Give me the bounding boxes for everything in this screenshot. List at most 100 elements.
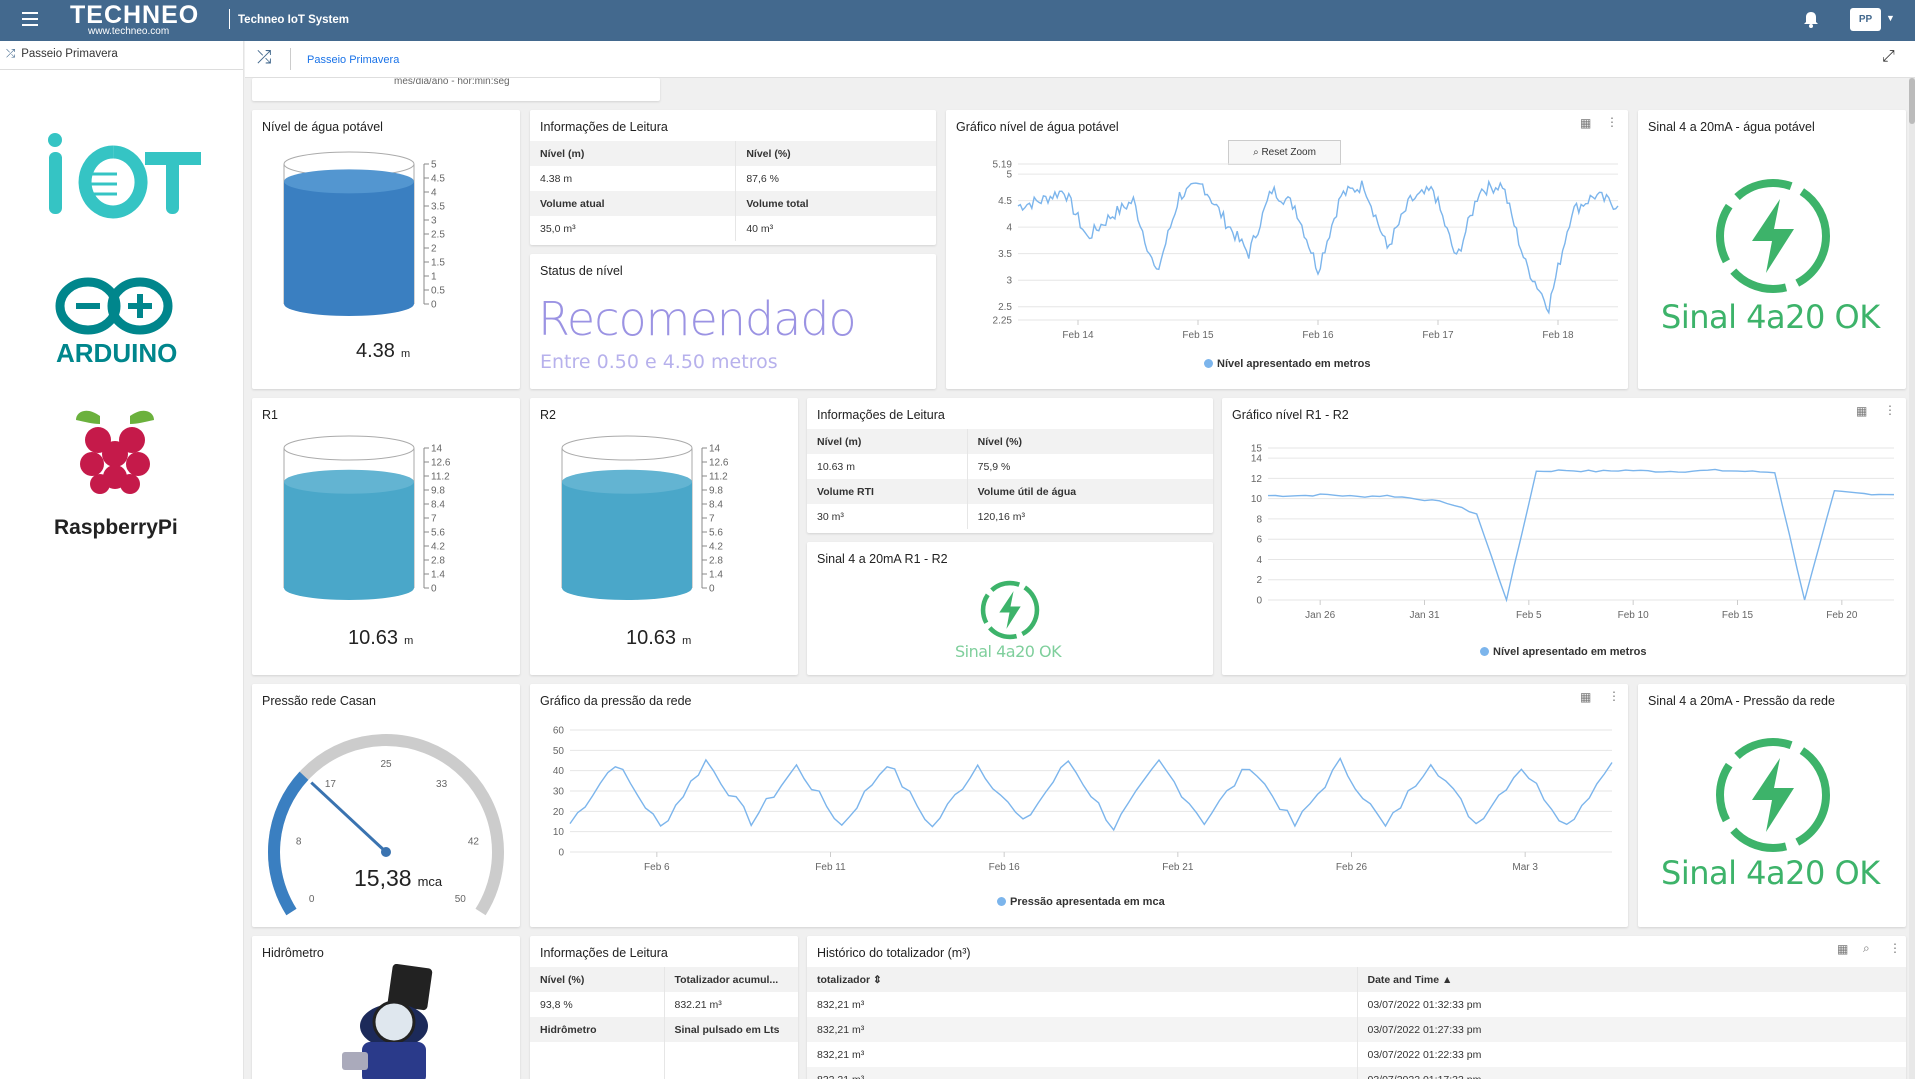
fullscreen-icon[interactable]: ⤢ xyxy=(1882,48,1895,66)
legend-marker xyxy=(997,897,1006,906)
scale-label: 12.6 xyxy=(709,458,729,469)
scale-label: 3 xyxy=(431,216,437,227)
menu-icon[interactable] xyxy=(22,12,38,26)
breadcrumb-item[interactable]: Passeio Primavera xyxy=(307,54,399,66)
cell: 75,9 % xyxy=(977,460,1011,473)
x-tick-label: Feb 5 xyxy=(1516,610,1542,621)
card-sinal-pressao: Sinal 4 a 20mA - Pressão da rede Sinal 4… xyxy=(1638,684,1906,927)
table-row[interactable]: 832,21 m³ 03/07/2022 01:22:33 pm xyxy=(807,1042,1906,1067)
cell: 30 m³ xyxy=(807,504,968,529)
search-icon[interactable]: ⌕ xyxy=(1863,941,1870,956)
col-header: Nível (%) xyxy=(530,967,665,992)
scale-label: 5 xyxy=(431,160,437,171)
cell: 03/07/2022 01:22:33 pm xyxy=(1367,1048,1482,1061)
bolt-icon xyxy=(980,580,1040,640)
sort-column-totalizador[interactable]: totalizador ⇕ xyxy=(807,967,1358,992)
card-title: Sinal 4 a 20mA R1 - R2 xyxy=(817,552,948,566)
card-grafico-r1-r2: Gráfico nível R1 - R2 ▦ ⋮ 0 2 4 6 8 10 12 14 15 J… xyxy=(1222,398,1906,675)
water-body xyxy=(284,481,414,600)
bell-icon[interactable] xyxy=(1803,11,1819,33)
series-line xyxy=(1267,468,1895,603)
sort-column-date[interactable]: Date and Time ▲ xyxy=(1357,967,1906,992)
tank-top xyxy=(561,435,693,461)
date-format-text: mês/dia/ano - hor:min:seg xyxy=(394,78,510,87)
more-vert-icon[interactable]: ⋮ xyxy=(1608,689,1620,703)
calendar-icon[interactable]: ▦ xyxy=(1856,404,1867,418)
x-tick-label: Feb 14 xyxy=(1062,330,1094,341)
more-vert-icon[interactable]: ⋮ xyxy=(1606,115,1618,129)
card-historico: Histórico do totalizador (m³) ▦ ⌕ ⋮ tota… xyxy=(807,936,1906,1079)
chevron-down-icon[interactable]: ▼ xyxy=(1886,13,1895,23)
y-tick-label: 8 xyxy=(1256,514,1262,525)
scale-label: 8.4 xyxy=(431,500,445,511)
gauge-tick-label: 25 xyxy=(380,759,392,770)
y-tick-label: 2 xyxy=(1256,575,1262,586)
y-tick-label: 3 xyxy=(1006,276,1012,287)
reservoir-tank: 14 12.6 11.2 9.8 8.4 7 5.6 4.2 2.8 1.4 0 xyxy=(283,435,451,600)
calendar-icon[interactable]: ▦ xyxy=(1580,116,1591,130)
col-header: Volume total xyxy=(735,191,936,216)
water-surface xyxy=(562,469,692,494)
chart-legend[interactable]: Nível apresentado em metros xyxy=(1204,358,1370,370)
shuffle-icon[interactable]: ⤮ xyxy=(257,47,271,68)
cell: 832,21 m³ xyxy=(807,1017,1358,1042)
bolt-icon xyxy=(1716,738,1830,852)
water-body xyxy=(284,181,414,316)
card-title: R2 xyxy=(540,408,556,422)
card-info-leitura-2: Informações de Leitura Nível (m) Nível (%… xyxy=(807,398,1213,533)
svg-text:ARDUINO: ARDUINO xyxy=(56,338,177,366)
status-range: Entre 0.50 e 4.50 metros xyxy=(540,351,778,373)
more-vert-icon[interactable]: ⋮ xyxy=(1884,403,1896,417)
card-title: Informações de Leitura xyxy=(540,120,668,134)
scale-label: 9.8 xyxy=(709,486,723,497)
history-table: totalizador ⇕ Date and Time ▲ 832,21 m³ 0… xyxy=(807,967,1906,1079)
calendar-icon[interactable]: ▦ xyxy=(1580,690,1591,704)
chart-legend[interactable]: Nível apresentado em metros xyxy=(1480,646,1646,658)
col-header: Volume útil de água xyxy=(967,479,1213,504)
sidebar: ⤮ Passeio Primavera ARDUINO RaspberryPi xyxy=(0,41,244,1079)
scrollbar-thumb[interactable] xyxy=(1909,78,1915,124)
gauge-tick-label: 17 xyxy=(325,779,337,790)
signal-ok-text: Sinal 4a20 OK xyxy=(955,642,1062,661)
y-tick-label: 5 xyxy=(1006,170,1012,181)
scale-label: 5.6 xyxy=(431,528,445,539)
sidebar-item-location[interactable]: ⤮ Passeio Primavera xyxy=(6,48,118,61)
card-title: Nível de água potável xyxy=(262,120,383,134)
card-title: Status de nível xyxy=(540,264,623,278)
table-row[interactable]: 832,21 m³03/07/2022 01:17:33 pm xyxy=(807,1067,1906,1079)
col-header: Totalizador acumul... xyxy=(664,967,798,992)
card-nivel-agua: Nível de água potável 5 4.5 4 3.5 3 2.5 2 1.5 1 0… xyxy=(252,110,520,389)
x-tick-label: Feb 18 xyxy=(1542,330,1574,341)
x-tick-label: Feb 26 xyxy=(1336,862,1368,873)
card-title: Histórico do totalizador (m³) xyxy=(817,946,971,960)
shuffle-icon: ⤮ xyxy=(6,48,16,60)
cell: 832,21 m³ xyxy=(807,1042,1358,1067)
water-meter-image xyxy=(342,964,433,1079)
chart-legend[interactable]: Pressão apresentada em mca xyxy=(997,896,1165,908)
cell: 832.21 m³ xyxy=(674,998,722,1011)
scale-label: 4.5 xyxy=(431,174,445,185)
table-row[interactable]: 832,21 m³ 03/07/2022 01:32:33 pm xyxy=(807,992,1906,1017)
cell: 03/07/2022 01:32:33 pm xyxy=(1367,998,1482,1011)
card-title: Informações de Leitura xyxy=(817,408,945,422)
x-tick-label: Feb 15 xyxy=(1722,610,1754,621)
more-vert-icon[interactable]: ⋮ xyxy=(1889,941,1901,955)
scrollbar[interactable] xyxy=(1909,78,1915,1079)
calendar-icon[interactable]: ▦ xyxy=(1837,942,1848,956)
scale-label: 4 xyxy=(431,188,437,199)
card-title: R1 xyxy=(262,408,278,422)
col-header: Hidrômetro xyxy=(530,1017,665,1042)
card-title: Hidrômetro xyxy=(262,946,324,960)
col-header: Nível (%) xyxy=(967,429,1213,454)
scale-label: 1.4 xyxy=(431,570,445,581)
x-tick-label: Mar 3 xyxy=(1512,862,1538,873)
sidebar-divider xyxy=(0,69,243,70)
user-avatar[interactable]: PP xyxy=(1850,8,1881,31)
cell: 10.63 m xyxy=(807,454,968,479)
scale-label: 4.2 xyxy=(431,542,445,553)
table-row[interactable]: 832,21 m³ 03/07/2022 01:27:33 pm xyxy=(807,1017,1906,1042)
raspberry-pi-logo: RaspberryPi xyxy=(54,410,178,539)
water-surface xyxy=(284,169,414,194)
tank-value: 4.38 m xyxy=(356,340,411,362)
y-tick-label: 40 xyxy=(553,766,565,777)
